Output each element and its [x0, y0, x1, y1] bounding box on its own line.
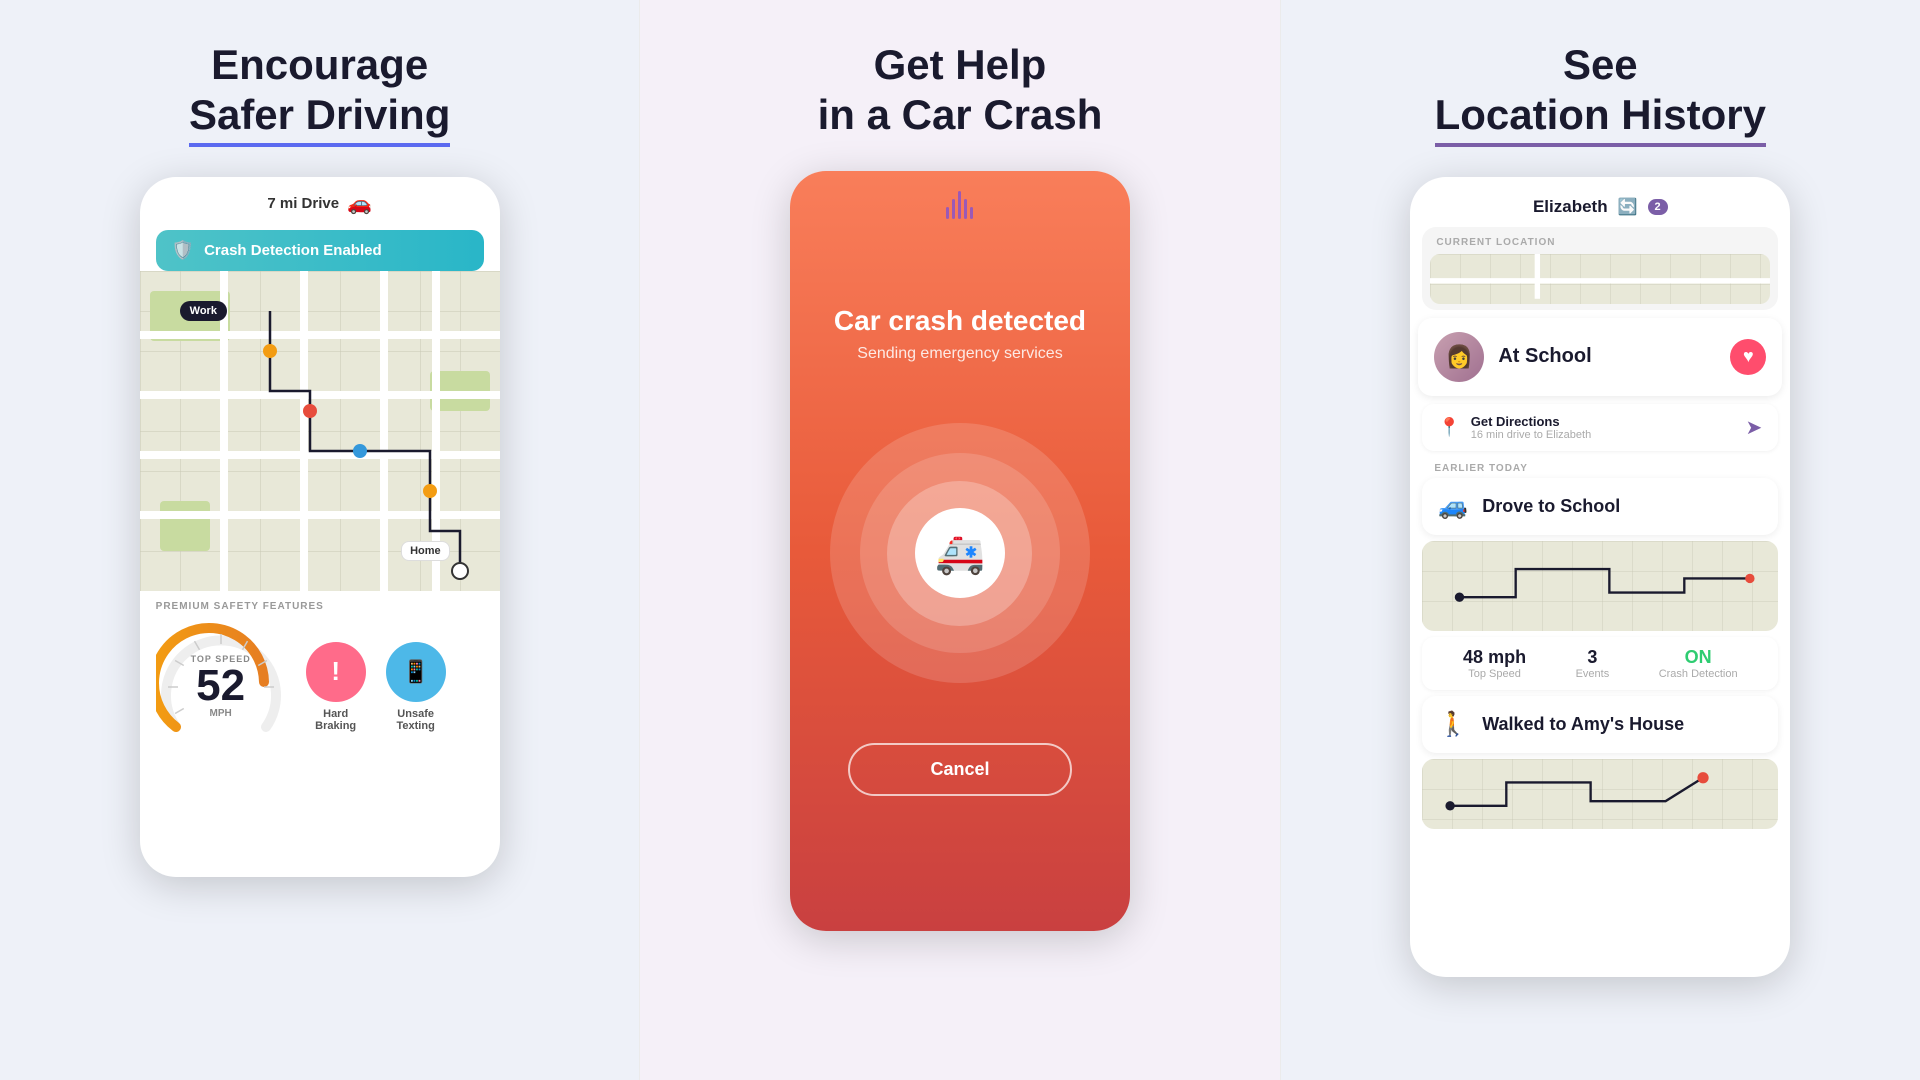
notification-badge: 2 [1648, 199, 1668, 215]
crash-screen: Car crash detected Sending emergency ser… [790, 171, 1130, 931]
crash-deco [946, 191, 973, 219]
earlier-today-label: EARLIER TODAY [1410, 459, 1790, 478]
cancel-button[interactable]: Cancel [848, 743, 1071, 796]
crash-detection-key: Crash Detection [1659, 668, 1738, 680]
bottom-panel: PREMIUM SAFETY FEATURES [140, 591, 500, 762]
center-panel: Get Help in a Car Crash Car crash detect… [640, 0, 1279, 1080]
current-location-label: CURRENT LOCATION [1422, 227, 1778, 254]
walked-to-amys-label: Walked to Amy's House [1482, 714, 1684, 735]
shield-icon: 🛡️ [172, 240, 194, 261]
crash-detection-stat: ON Crash Detection [1659, 647, 1738, 680]
phone-right: Elizabeth 🔄 2 CURRENT LOCATION 👩 At Scho… [1410, 177, 1790, 977]
top-speed-val: 48 mph [1463, 647, 1526, 668]
phone-center: Car crash detected Sending emergency ser… [790, 171, 1130, 931]
heart-button[interactable]: ♥ [1730, 339, 1766, 375]
walked-to-amys-card: 🚶 Walked to Amy's House [1422, 696, 1778, 753]
left-panel-title: Encourage Safer Driving [189, 40, 450, 147]
hard-braking-label: HardBraking [315, 708, 356, 732]
center-panel-title: Get Help in a Car Crash [818, 40, 1103, 141]
at-school-card: 👩 At School ♥ [1418, 318, 1782, 396]
top-speed-stat: 48 mph Top Speed [1463, 647, 1526, 680]
avatar: 👩 [1434, 332, 1484, 382]
get-directions-sub: 16 min drive to Elizabeth [1471, 429, 1591, 441]
unsafe-texting-icon: 📱 [386, 642, 446, 702]
work-label: Work [180, 301, 227, 321]
top-speed-value: 52 [191, 664, 251, 708]
walk-activity-icon: 🚶 [1438, 710, 1468, 739]
hard-braking-badge: ! HardBraking [306, 642, 366, 732]
phone-left: 7 mi Drive 🚗 🛡️ Crash Detection Enabled [140, 177, 500, 877]
walk-mini-map [1422, 759, 1778, 829]
right-panel-title: See Location History [1435, 40, 1766, 147]
drive-mini-map [1422, 541, 1778, 631]
crash-title: Car crash detected [834, 305, 1086, 337]
current-location-section: CURRENT LOCATION [1422, 227, 1778, 310]
drove-to-school-card: 🚙 Drove to School [1422, 478, 1778, 535]
crash-subtitle: Sending emergency services [857, 345, 1062, 363]
trip-stats: 48 mph Top Speed 3 Events ON Crash Detec… [1422, 637, 1778, 690]
history-user-name: Elizabeth [1533, 197, 1608, 217]
at-school-name: At School [1498, 345, 1716, 368]
location-pin-icon: 📍 [1438, 417, 1460, 438]
ambulance-icon: 🚑 [915, 508, 1005, 598]
ripple-container: 🚑 [830, 423, 1090, 683]
right-panel: See Location History Elizabeth 🔄 2 CURRE… [1281, 0, 1920, 1080]
history-header: Elizabeth 🔄 2 [1410, 177, 1790, 227]
stats-row: TOP SPEED 52 MPH ! HardBraking 📱 [156, 622, 484, 752]
events-stat: 3 Events [1576, 647, 1610, 680]
car-activity-icon: 🚙 [1438, 492, 1468, 521]
left-panel: Encourage Safer Driving 7 mi Drive 🚗 🛡️ … [0, 0, 639, 1080]
events-key: Events [1576, 668, 1610, 680]
crash-detection-bar: 🛡️ Crash Detection Enabled [156, 230, 484, 271]
directions-arrow-icon[interactable]: ➤ [1746, 415, 1763, 440]
top-speed-key: Top Speed [1463, 668, 1526, 680]
directions-left: 📍 Get Directions 16 min drive to Elizabe… [1438, 414, 1591, 441]
refresh-icon[interactable]: 🔄 [1618, 197, 1638, 217]
home-label: Home [401, 541, 450, 561]
get-directions-label: Get Directions [1471, 414, 1591, 429]
directions-row[interactable]: 📍 Get Directions 16 min drive to Elizabe… [1422, 404, 1778, 451]
hard-braking-icon: ! [306, 642, 366, 702]
unsafe-texting-label: UnsafeTexting [397, 708, 435, 732]
unsafe-texting-badge: 📱 UnsafeTexting [386, 642, 446, 732]
drive-header: 7 mi Drive 🚗 [140, 177, 500, 230]
events-val: 3 [1576, 647, 1610, 668]
map-area: Work Home [140, 271, 500, 591]
car-icon: 🚗 [347, 191, 372, 216]
premium-label: PREMIUM SAFETY FEATURES [156, 601, 484, 612]
speed-gauge: TOP SPEED 52 MPH [156, 622, 286, 752]
drove-to-school-label: Drove to School [1482, 496, 1620, 517]
crash-detection-val: ON [1659, 647, 1738, 668]
